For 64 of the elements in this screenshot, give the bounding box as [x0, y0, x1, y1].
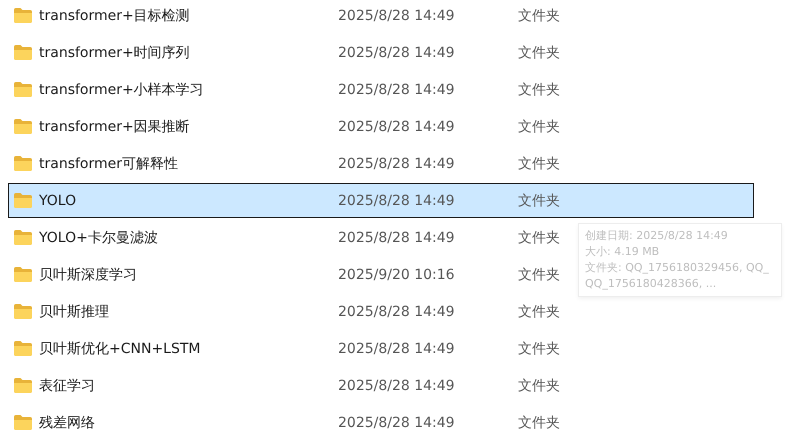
- file-row[interactable]: transformer+因果推断 2025/8/28 14:49 文件夹: [8, 109, 574, 144]
- file-row[interactable]: transformer可解释性 2025/8/28 14:49 文件夹: [8, 146, 574, 181]
- file-type: 文件夹: [518, 118, 560, 136]
- folder-icon: [14, 8, 32, 23]
- file-name: transformer+因果推断: [39, 118, 191, 136]
- folder-icon: [14, 341, 32, 356]
- folder-icon: [14, 378, 32, 393]
- modified-date: 2025/8/28 14:49: [338, 156, 456, 172]
- file-type: 文件夹: [518, 302, 560, 320]
- file-name: 残差网络: [39, 414, 96, 432]
- tooltip-text: 大小: 4.19 MB: [585, 244, 660, 260]
- modified-date: 2025/8/28 14:49: [338, 8, 456, 24]
- file-row[interactable]: 贝叶斯推理 2025/8/28 14:49 文件夹: [8, 294, 574, 329]
- modified-date: 2025/8/28 14:49: [338, 414, 456, 430]
- file-type: 文件夹: [518, 192, 560, 210]
- modified-date: 2025/8/28 14:49: [338, 44, 456, 60]
- file-row[interactable]: 表征学习 2025/8/28 14:49 文件夹: [8, 368, 574, 403]
- file-type: 文件夹: [518, 6, 560, 24]
- file-row[interactable]: 贝叶斯深度学习 2025/9/20 10:16 文件夹: [8, 257, 574, 292]
- file-type: 文件夹: [518, 44, 560, 62]
- modified-date: 2025/8/28 14:49: [338, 340, 456, 356]
- folder-icon: [14, 267, 32, 282]
- modified-date: 2025/8/28 14:49: [338, 230, 456, 246]
- folder-icon: [14, 415, 32, 430]
- file-row[interactable]: YOLO 2025/8/28 14:49 文件夹: [8, 183, 754, 218]
- file-name: transformer可解释性: [39, 154, 180, 172]
- file-name: transformer+时间序列: [39, 44, 191, 62]
- file-row[interactable]: 残差网络 2025/8/28 14:49 文件夹: [8, 405, 574, 434]
- file-type: 文件夹: [518, 80, 560, 98]
- file-type: 文件夹: [518, 340, 560, 358]
- file-type: 文件夹: [518, 414, 560, 432]
- file-name: YOLO+卡尔曼滤波: [39, 228, 159, 246]
- file-row[interactable]: transformer+小样本学习 2025/8/28 14:49 文件夹: [8, 72, 574, 107]
- folder-icon: [14, 82, 32, 97]
- file-row[interactable]: 贝叶斯优化+CNN+LSTM 2025/8/28 14:49 文件夹: [8, 331, 574, 366]
- file-name: 贝叶斯优化+CNN+LSTM: [39, 340, 202, 358]
- file-name: 贝叶斯推理: [39, 302, 110, 320]
- file-name: YOLO: [39, 192, 78, 208]
- tooltip-text: 创建日期: 2025/8/28 14:49: [585, 228, 728, 244]
- file-type: 文件夹: [518, 228, 560, 246]
- file-type: 文件夹: [518, 154, 560, 172]
- folder-icon: [14, 45, 32, 60]
- file-row[interactable]: transformer+时间序列 2025/8/28 14:49 文件夹: [8, 35, 574, 70]
- tooltip-text: 文件夹: QQ_1756180329456, QQ_: [585, 260, 769, 276]
- file-name: 贝叶斯深度学习: [39, 266, 138, 284]
- file-row[interactable]: transformer+目标检测 2025/8/28 14:49 文件夹: [8, 0, 574, 33]
- folder-icon: [14, 193, 32, 208]
- file-name: transformer+小样本学习: [39, 80, 205, 98]
- file-name: transformer+目标检测: [39, 6, 191, 24]
- tooltip-text: QQ_1756180428366, ...: [585, 276, 716, 292]
- file-name: 表征学习: [39, 376, 96, 394]
- modified-date: 2025/8/28 14:49: [338, 82, 456, 98]
- modified-date: 2025/8/28 14:49: [338, 378, 456, 394]
- file-row[interactable]: YOLO+卡尔曼滤波 2025/8/28 14:49 文件夹: [8, 220, 574, 255]
- file-type: 文件夹: [518, 376, 560, 394]
- folder-icon: [14, 304, 32, 319]
- modified-date: 2025/8/28 14:49: [338, 192, 456, 208]
- folder-icon: [14, 156, 32, 171]
- folder-icon: [14, 230, 32, 245]
- modified-date: 2025/8/28 14:49: [338, 304, 456, 320]
- modified-date: 2025/8/28 14:49: [338, 118, 456, 134]
- file-type: 文件夹: [518, 266, 560, 284]
- folder-icon: [14, 119, 32, 134]
- modified-date: 2025/9/20 10:16: [338, 266, 456, 282]
